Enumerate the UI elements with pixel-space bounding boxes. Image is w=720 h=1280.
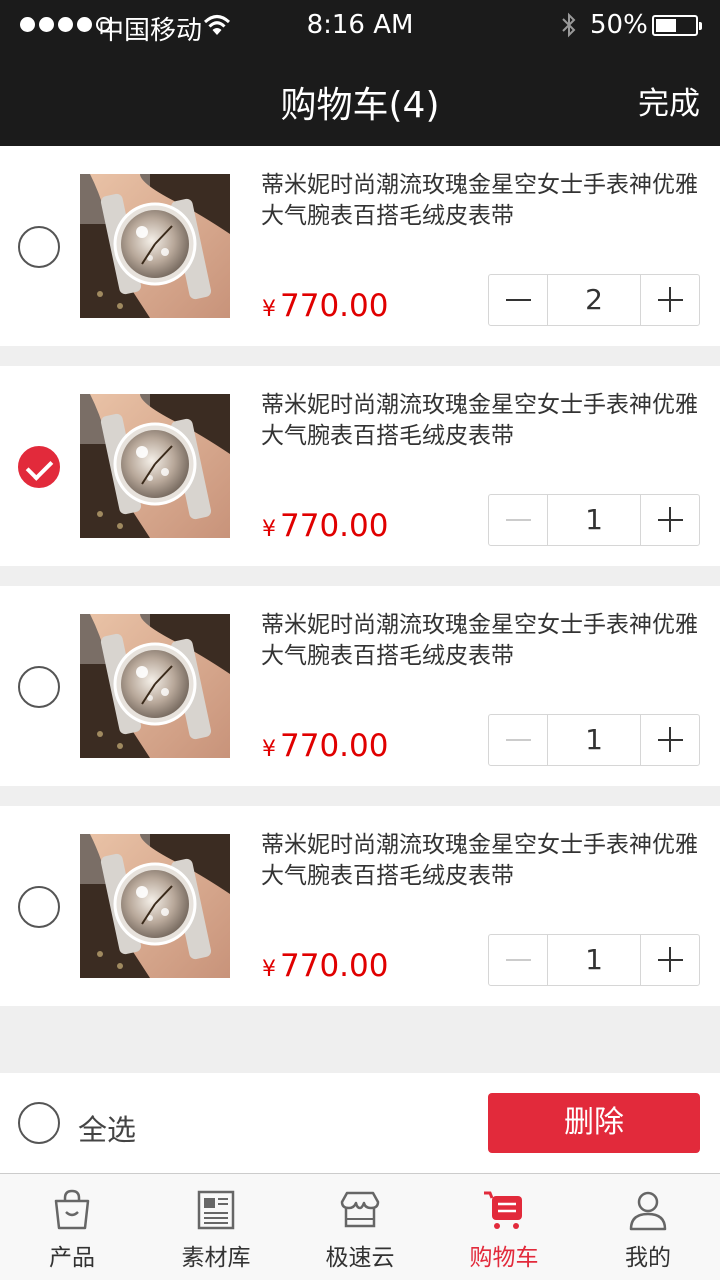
user-icon [629, 1191, 667, 1231]
decrease-quantity-button[interactable] [489, 275, 548, 325]
tab-products[interactable]: 产品 [0, 1174, 144, 1280]
tab-profile[interactable]: 我的 [576, 1174, 720, 1280]
tab-materials[interactable]: 素材库 [144, 1174, 288, 1280]
currency-symbol: ¥ [262, 957, 276, 982]
currency-symbol: ¥ [262, 297, 276, 322]
watch-product-image [80, 834, 230, 978]
item-select-checkbox[interactable] [18, 226, 60, 268]
item-select-checkbox[interactable] [18, 886, 60, 928]
tab-label: 购物车 [469, 1245, 539, 1271]
cart-list: 蒂米妮时尚潮流玫瑰金星空女士手表神优雅大气腕表百搭毛绒皮表带 ¥770.00 2… [0, 146, 720, 1026]
cart-action-bar: 全选 删除 [0, 1073, 720, 1173]
quantity-stepper: 2 [488, 274, 700, 326]
product-title[interactable]: 蒂米妮时尚潮流玫瑰金星空女士手表神优雅大气腕表百搭毛绒皮表带 [261, 170, 701, 232]
currency-symbol: ¥ [262, 517, 276, 542]
bag-icon [54, 1189, 90, 1230]
minus-icon [506, 959, 531, 961]
battery-percentage: 50% [590, 10, 648, 40]
price-value: 770.00 [280, 508, 389, 544]
select-all-label[interactable]: 全选 [78, 1107, 136, 1149]
product-title[interactable]: 蒂米妮时尚潮流玫瑰金星空女士手表神优雅大气腕表百搭毛绒皮表带 [261, 390, 701, 452]
done-button[interactable]: 完成 [638, 78, 700, 123]
cart-item: 蒂米妮时尚潮流玫瑰金星空女士手表神优雅大气腕表百搭毛绒皮表带 ¥770.00 1 [0, 806, 720, 1006]
cart-item: 蒂米妮时尚潮流玫瑰金星空女士手表神优雅大气腕表百搭毛绒皮表带 ¥770.00 2 [0, 146, 720, 346]
top-bar: 中国移动 8:16 AM 50% 购物车(4) 完成 [0, 0, 720, 146]
cart-item: 蒂米妮时尚潮流玫瑰金星空女士手表神优雅大气腕表百搭毛绒皮表带 ¥770.00 1 [0, 366, 720, 566]
tab-cart[interactable]: 购物车 [432, 1174, 576, 1280]
store-icon [340, 1191, 380, 1228]
quantity-value[interactable]: 2 [548, 275, 640, 325]
tab-label: 极速云 [325, 1245, 395, 1271]
product-price: ¥770.00 [262, 288, 388, 324]
watch-product-image [80, 174, 230, 318]
increase-quantity-button[interactable] [640, 715, 699, 765]
price-value: 770.00 [280, 728, 389, 764]
quantity-value[interactable]: 1 [548, 935, 640, 985]
product-price: ¥770.00 [262, 728, 388, 764]
decrease-quantity-button[interactable] [489, 495, 548, 545]
item-select-checkbox[interactable] [18, 446, 60, 488]
quantity-value[interactable]: 1 [548, 495, 640, 545]
quantity-stepper: 1 [488, 934, 700, 986]
decrease-quantity-button[interactable] [489, 715, 548, 765]
newspaper-icon [197, 1190, 235, 1230]
increase-quantity-button[interactable] [640, 935, 699, 985]
product-title[interactable]: 蒂米妮时尚潮流玫瑰金星空女士手表神优雅大气腕表百搭毛绒皮表带 [261, 610, 701, 672]
increase-quantity-button[interactable] [640, 495, 699, 545]
price-value: 770.00 [280, 948, 389, 984]
tab-label: 产品 [49, 1245, 95, 1271]
product-thumbnail[interactable] [80, 174, 230, 318]
quantity-value[interactable]: 1 [548, 715, 640, 765]
minus-icon [506, 519, 531, 521]
tab-cloud[interactable]: 极速云 [288, 1174, 432, 1280]
product-thumbnail[interactable] [80, 834, 230, 978]
tab-label: 我的 [625, 1245, 671, 1271]
battery-icon [652, 15, 702, 36]
product-price: ¥770.00 [262, 508, 388, 544]
quantity-stepper: 1 [488, 714, 700, 766]
product-title[interactable]: 蒂米妮时尚潮流玫瑰金星空女士手表神优雅大气腕表百搭毛绒皮表带 [261, 830, 701, 892]
increase-quantity-button[interactable] [640, 275, 699, 325]
currency-symbol: ¥ [262, 737, 276, 762]
product-price: ¥770.00 [262, 948, 388, 984]
status-bar: 中国移动 8:16 AM 50% [0, 0, 720, 52]
minus-icon [506, 739, 531, 741]
tab-bar: 产品 素材库 极速云 购物车 我的 [0, 1173, 720, 1280]
price-value: 770.00 [280, 288, 389, 324]
product-thumbnail[interactable] [80, 614, 230, 758]
delete-button[interactable]: 删除 [488, 1093, 700, 1153]
minus-icon [506, 299, 531, 301]
cart-item: 蒂米妮时尚潮流玫瑰金星空女士手表神优雅大气腕表百搭毛绒皮表带 ¥770.00 1 [0, 586, 720, 786]
cart-icon [484, 1191, 522, 1229]
decrease-quantity-button[interactable] [489, 935, 548, 985]
select-all-checkbox[interactable] [18, 1102, 60, 1144]
tab-label: 素材库 [181, 1245, 251, 1271]
quantity-stepper: 1 [488, 494, 700, 546]
watch-product-image [80, 614, 230, 758]
product-thumbnail[interactable] [80, 394, 230, 538]
watch-product-image [80, 394, 230, 538]
item-select-checkbox[interactable] [18, 666, 60, 708]
bluetooth-icon [562, 12, 576, 38]
page-title: 购物车(4) [280, 85, 440, 126]
